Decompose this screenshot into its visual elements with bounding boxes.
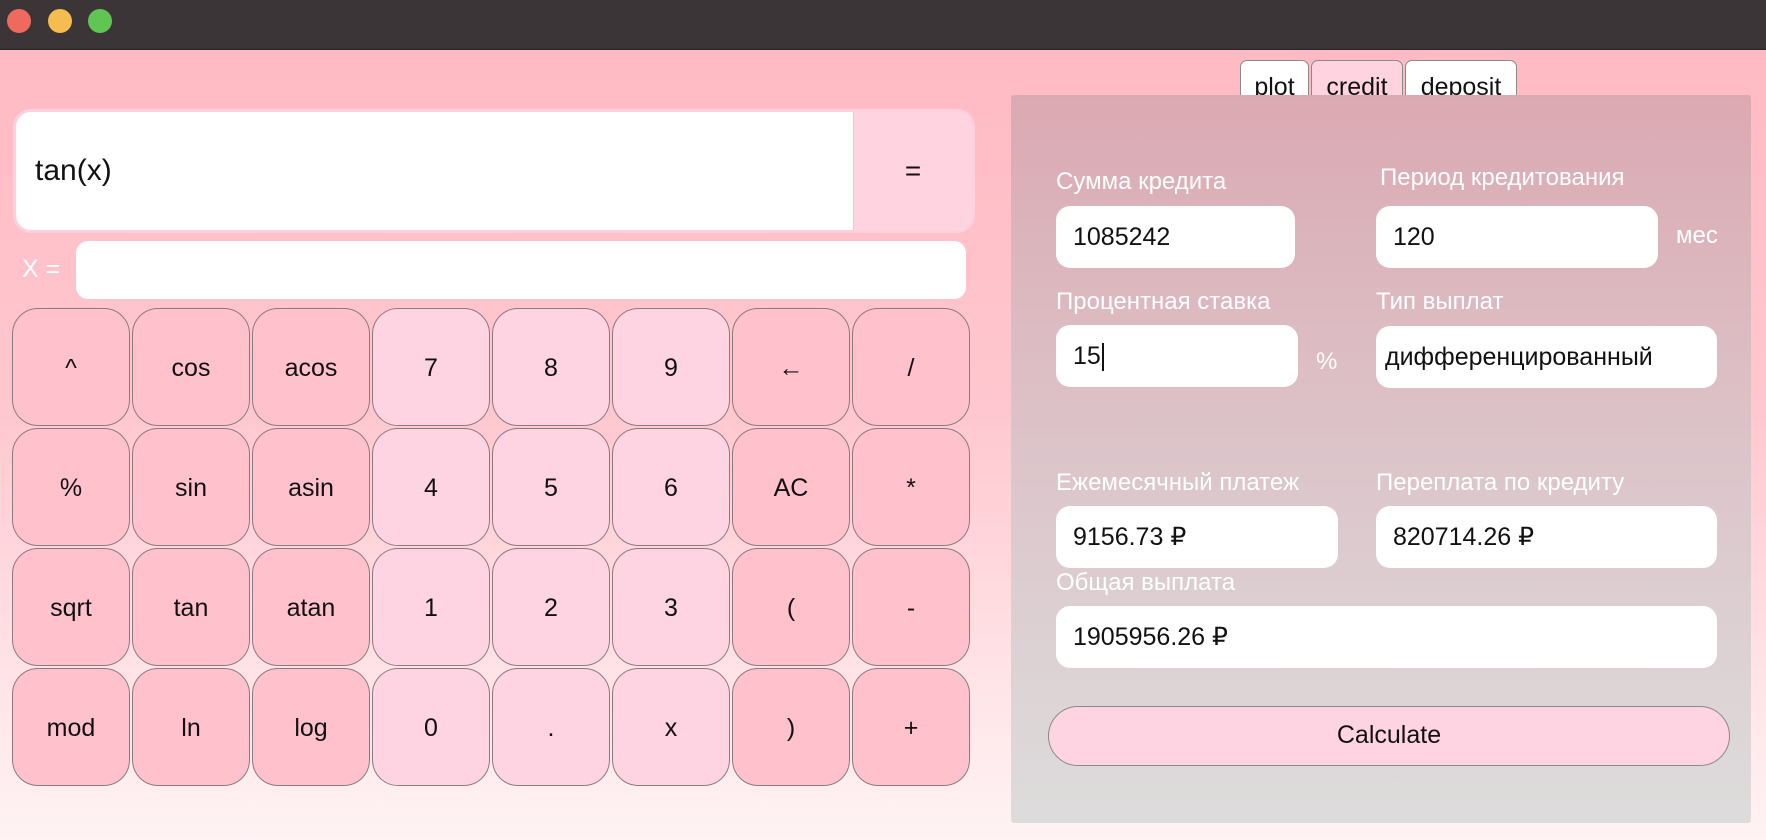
interest-rate-label: Процентная ставка [1056, 288, 1271, 315]
calculate-button[interactable]: Calculate [1048, 706, 1730, 766]
credit-amount-label: Сумма кредита [1056, 168, 1227, 195]
text-caret [1101, 343, 1104, 372]
key-sqrt[interactable]: sqrt [12, 548, 130, 666]
total-payment-output: 1905956.26 ₽ [1056, 606, 1717, 668]
key-1[interactable]: 1 [372, 548, 490, 666]
monthly-payment-output: 9156.73 ₽ [1056, 506, 1338, 568]
key-percent[interactable]: % [12, 428, 130, 546]
window-titlebar [0, 0, 1766, 50]
key-backspace[interactable]: ← [732, 308, 850, 426]
key-9[interactable]: 9 [612, 308, 730, 426]
key-mod[interactable]: mod [12, 668, 130, 786]
monthly-payment-label: Ежемесячный платеж [1056, 469, 1300, 496]
credit-period-label: Период кредитования [1380, 164, 1625, 191]
key-open-paren[interactable]: ( [732, 548, 850, 666]
app-window: tan(x) = X = ^ cos acos 7 8 9 ← /% sin asin 4 5 6 AC *… [0, 50, 1766, 840]
key-multiply[interactable]: * [852, 428, 970, 546]
key-log[interactable]: log [252, 668, 370, 786]
key-ln[interactable]: ln [132, 668, 250, 786]
key-8[interactable]: 8 [492, 308, 610, 426]
key-power[interactable]: ^ [12, 308, 130, 426]
key-divide[interactable]: / [852, 308, 970, 426]
interest-rate-input[interactable]: 15 [1056, 325, 1298, 387]
key-4[interactable]: 4 [372, 428, 490, 546]
payment-type-label: Тип выплат [1376, 288, 1504, 315]
x-variable-label: X = [22, 255, 61, 283]
credit-amount-input[interactable]: 1085242 [1056, 206, 1295, 268]
key-dot[interactable]: . [492, 668, 610, 786]
equals-button[interactable]: = [853, 112, 972, 230]
overpayment-output: 820714.26 ₽ [1376, 506, 1717, 568]
rate-unit-label: % [1316, 348, 1338, 375]
close-window-button[interactable] [7, 9, 31, 33]
x-value-input[interactable] [76, 241, 966, 299]
period-unit-label: мес [1676, 222, 1718, 249]
key-plus[interactable]: + [852, 668, 970, 786]
key-tan[interactable]: tan [132, 548, 250, 666]
key-cos[interactable]: cos [132, 308, 250, 426]
key-sin[interactable]: sin [132, 428, 250, 546]
key-clear[interactable]: AC [732, 428, 850, 546]
key-close-paren[interactable]: ) [732, 668, 850, 786]
key-5[interactable]: 5 [492, 428, 610, 546]
key-x[interactable]: x [612, 668, 730, 786]
key-acos[interactable]: acos [252, 308, 370, 426]
key-minus[interactable]: - [852, 548, 970, 666]
key-asin[interactable]: asin [252, 428, 370, 546]
key-7[interactable]: 7 [372, 308, 490, 426]
expression-input[interactable]: tan(x) [35, 112, 112, 230]
credit-period-input[interactable]: 120 [1376, 206, 1658, 268]
expression-box: tan(x) = [13, 109, 975, 233]
key-0[interactable]: 0 [372, 668, 490, 786]
payment-type-select[interactable]: дифференцированный [1376, 326, 1717, 388]
key-3[interactable]: 3 [612, 548, 730, 666]
key-atan[interactable]: atan [252, 548, 370, 666]
key-2[interactable]: 2 [492, 548, 610, 666]
maximize-window-button[interactable] [88, 9, 112, 33]
key-6[interactable]: 6 [612, 428, 730, 546]
total-payment-label: Общая выплата [1056, 569, 1236, 596]
minimize-window-button[interactable] [48, 9, 72, 33]
overpayment-label: Переплата по кредиту [1376, 469, 1625, 496]
